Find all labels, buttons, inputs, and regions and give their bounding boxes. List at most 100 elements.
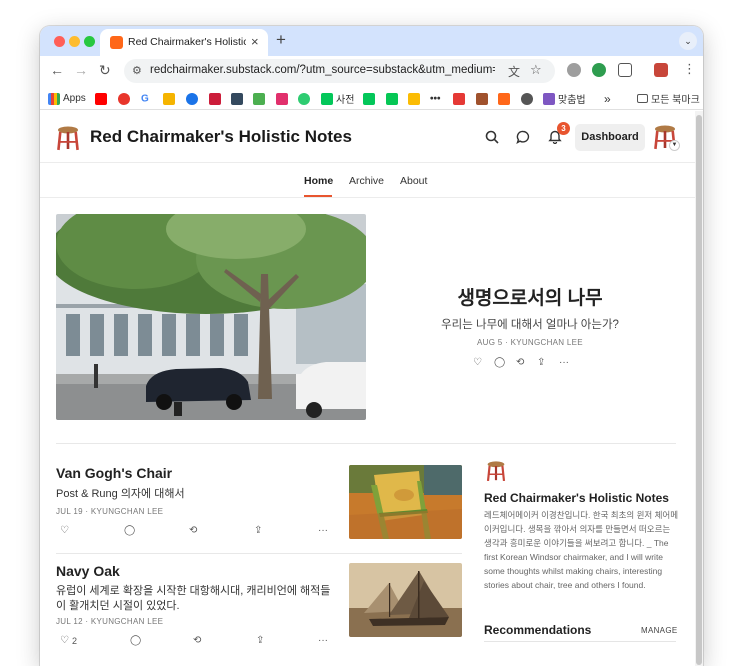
- bookmark-play[interactable]: [253, 90, 265, 105]
- all-bookmarks-folder[interactable]: 모든 북마크: [637, 90, 700, 106]
- extensions-puzzle-icon[interactable]: [618, 63, 632, 77]
- post-item[interactable]: Navy Oak 유럽이 세계로 확장을 시작한 대항해시대, 캐리비언에 해적…: [56, 563, 462, 653]
- sidebar-stool-logo-icon[interactable]: [486, 460, 506, 482]
- post-subtitle[interactable]: Post & Rung 의자에 대해서: [56, 487, 336, 502]
- restack-icon[interactable]: ⟲: [516, 357, 524, 368]
- comment-icon[interactable]: ◯: [494, 357, 505, 368]
- restack-icon[interactable]: ⟲: [189, 525, 197, 536]
- van-gogh-chair-thumbnail[interactable]: [349, 465, 462, 539]
- like-heart-icon[interactable]: ♡: [60, 635, 69, 646]
- browser-menu-icon[interactable]: ⋮: [683, 61, 696, 77]
- bookmark-7[interactable]: [231, 90, 243, 105]
- bookmark-10[interactable]: [298, 90, 310, 105]
- bookmark-5-icon: [186, 92, 198, 105]
- instagram-icon: [276, 92, 288, 105]
- close-window-button[interactable]: [54, 36, 65, 47]
- minimize-window-button[interactable]: [69, 36, 80, 47]
- hero-post-meta: AUG 5 · KYUNGCHAN LEE: [477, 338, 583, 347]
- bookmark-6[interactable]: [209, 90, 221, 105]
- nav-archive[interactable]: Archive: [349, 175, 384, 187]
- bookmark-16[interactable]: [453, 90, 465, 105]
- bookmark-14[interactable]: [408, 90, 420, 105]
- notification-count-badge: 3: [557, 122, 570, 135]
- bookmarks-bar: Apps G 사전 ••• 맞춤법 » 모든 북마크: [40, 86, 703, 110]
- bookmark-15[interactable]: •••: [430, 90, 441, 104]
- search-icon[interactable]: [485, 130, 499, 144]
- post-subtitle[interactable]: 유럽이 세계로 확장을 시작한 대항해시대, 캐리비언에 해적들이 활개치던 시…: [56, 584, 336, 614]
- bookmark-4[interactable]: [163, 90, 175, 105]
- post-item[interactable]: Van Gogh's Chair Post & Rung 의자에 대해서 JUL…: [56, 465, 462, 545]
- site-title[interactable]: Red Chairmaker's Holistic Notes: [90, 127, 352, 147]
- bookmark-17-icon: [476, 92, 488, 105]
- bookmark-line[interactable]: [386, 90, 398, 105]
- bookmark-10-icon: [298, 92, 310, 105]
- bookmark-naver[interactable]: [363, 90, 375, 105]
- post-title[interactable]: Van Gogh's Chair: [56, 465, 172, 481]
- scrollbar-thumb[interactable]: [696, 115, 702, 665]
- bookmark-spelling[interactable]: 맞춤법: [543, 90, 586, 106]
- tab-title: Red Chairmaker's Holistic Notes: [128, 36, 246, 48]
- translate-icon[interactable]: 文: [508, 63, 520, 80]
- new-tab-button[interactable]: +: [276, 30, 286, 50]
- extension-icon[interactable]: [567, 63, 581, 77]
- bookmark-dictionary[interactable]: 사전: [321, 90, 354, 106]
- reload-icon[interactable]: ↻: [99, 62, 111, 79]
- hero-post-image[interactable]: [56, 214, 366, 420]
- forward-arrow-icon[interactable]: →: [74, 62, 88, 78]
- navy-oak-ship-painting-thumbnail[interactable]: [349, 563, 462, 637]
- manage-recommendations-link[interactable]: MANAGE: [641, 626, 677, 635]
- post-title[interactable]: Navy Oak: [56, 563, 120, 579]
- bookmark-google[interactable]: G: [141, 90, 149, 104]
- more-options-icon[interactable]: ···: [318, 635, 328, 646]
- hero-post-title[interactable]: 생명으로서의 나무: [380, 283, 680, 310]
- post-separator: [56, 553, 462, 554]
- share-icon[interactable]: ⇪: [537, 357, 545, 368]
- site-settings-icon[interactable]: ⚙: [132, 64, 142, 77]
- tab-search-chevron-icon[interactable]: ⌄: [679, 32, 697, 50]
- back-arrow-icon[interactable]: ←: [50, 62, 64, 78]
- bookmark-5[interactable]: [186, 90, 198, 105]
- extension-leaf-icon[interactable]: [592, 63, 606, 77]
- nav-about[interactable]: About: [400, 175, 427, 187]
- spelling-icon: [543, 92, 555, 105]
- chat-bubble-icon[interactable]: [516, 130, 530, 144]
- page-scrollbar[interactable]: [695, 111, 703, 666]
- more-bookmarks-button[interactable]: »: [604, 90, 611, 106]
- hero-post-subtitle[interactable]: 우리는 나무에 대해서 얼마나 아는가?: [380, 316, 680, 332]
- browser-window: Red Chairmaker's Holistic Notes × + ⌄ ← …: [40, 26, 703, 666]
- avatar-chevron-down-icon[interactable]: ▼: [669, 140, 680, 151]
- folder-icon: [637, 94, 648, 104]
- address-bar[interactable]: ⚙ redchairmaker.substack.com/?utm_source…: [124, 59, 555, 83]
- maximize-window-button[interactable]: [84, 36, 95, 47]
- like-heart-icon[interactable]: ♡: [60, 525, 69, 536]
- sidebar-publication-title[interactable]: Red Chairmaker's Holistic Notes: [484, 491, 669, 505]
- comment-icon[interactable]: ◯: [130, 635, 141, 646]
- bookmark-substack[interactable]: [498, 90, 510, 105]
- recommendations-heading: Recommendations: [484, 623, 592, 637]
- play-icon: [253, 92, 265, 105]
- browser-toolbar: ← → ↻ ⚙ redchairmaker.substack.com/?utm_…: [40, 56, 703, 86]
- bookmark-17[interactable]: [476, 90, 488, 105]
- url-text[interactable]: redchairmaker.substack.com/?utm_source=s…: [150, 64, 495, 76]
- tab-active[interactable]: Red Chairmaker's Holistic Notes ×: [100, 29, 268, 56]
- bookmark-19[interactable]: [521, 90, 533, 105]
- bookmark-instagram[interactable]: [276, 90, 288, 105]
- bookmark-star-icon[interactable]: ☆: [530, 62, 542, 78]
- profile-avatar-icon[interactable]: [654, 63, 668, 77]
- bookmark-apps[interactable]: Apps: [48, 90, 86, 105]
- more-options-icon[interactable]: ···: [318, 525, 328, 536]
- more-options-icon[interactable]: ···: [559, 357, 569, 368]
- like-heart-icon[interactable]: ♡: [473, 357, 482, 368]
- bookmark-2[interactable]: [118, 90, 130, 105]
- dictionary-icon: [321, 92, 333, 105]
- red-stool-logo-icon[interactable]: [56, 125, 80, 151]
- comment-icon[interactable]: ◯: [124, 525, 135, 536]
- share-icon[interactable]: ⇪: [254, 525, 262, 536]
- dashboard-button[interactable]: Dashboard: [575, 124, 645, 151]
- share-icon[interactable]: ⇪: [256, 635, 264, 646]
- restack-icon[interactable]: ⟲: [193, 635, 201, 646]
- tab-close-icon[interactable]: ×: [251, 34, 259, 49]
- bookmark-youtube[interactable]: [95, 90, 107, 105]
- nav-home[interactable]: Home: [304, 175, 333, 187]
- section-divider: [56, 443, 676, 444]
